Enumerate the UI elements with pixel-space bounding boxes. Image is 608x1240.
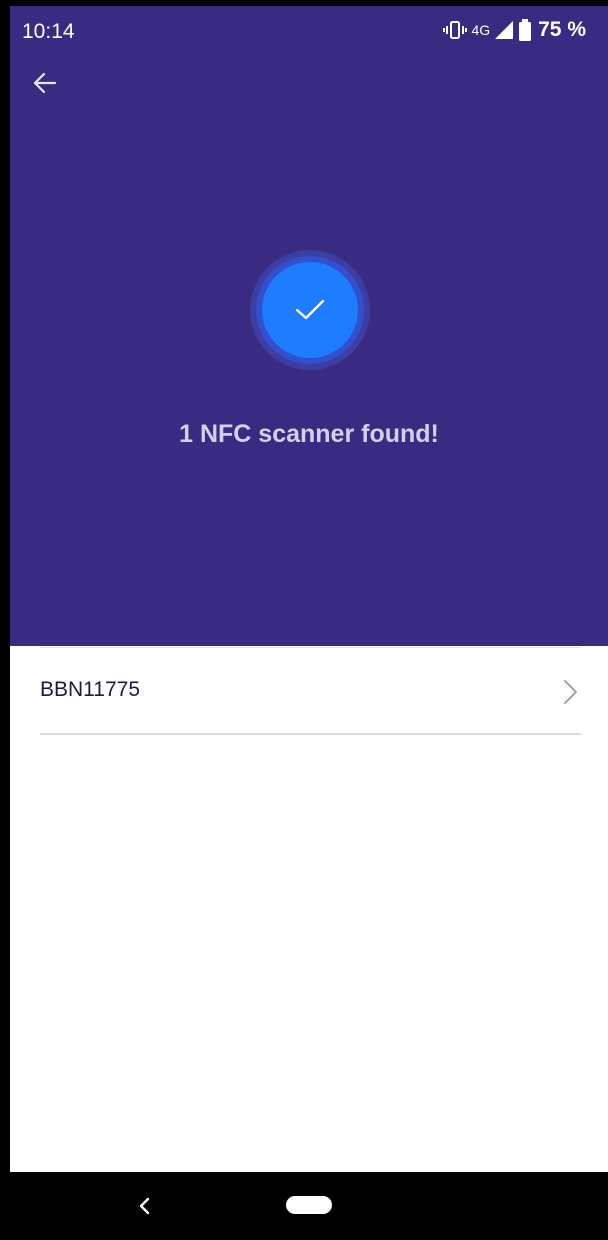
header-panel: 10:14 4G 75 % 1 NFC scanner found! — [10, 6, 608, 646]
network-type: 4G — [471, 22, 491, 38]
back-button[interactable] — [28, 66, 62, 100]
device-frame: 10:14 4G 75 % 1 NFC scanner found! BBN11… — [0, 0, 608, 1240]
success-badge — [250, 250, 370, 370]
device-list-item[interactable]: BBN11775 — [40, 647, 581, 735]
status-time: 10:14 — [22, 20, 75, 43]
status-icons: 4G 75 % — [443, 18, 586, 42]
status-bar: 10:14 4G 75 % — [10, 6, 608, 54]
arrow-left-icon — [33, 72, 57, 94]
home-pill-icon[interactable] — [286, 1196, 332, 1214]
chevron-left-icon[interactable] — [134, 1194, 154, 1218]
checkmark-icon — [295, 299, 325, 320]
vibrate-icon — [443, 21, 468, 39]
device-name: BBN11775 — [40, 678, 141, 701]
chevron-right-icon — [564, 680, 577, 704]
scan-result-title: 1 NFC scanner found! — [179, 420, 439, 448]
app-screen: 10:14 4G 75 % 1 NFC scanner found! BBN11… — [10, 6, 608, 1240]
system-nav-bar — [10, 1172, 608, 1240]
battery-icon — [519, 19, 532, 41]
battery-level: 75 % — [538, 18, 586, 41]
signal-icon — [495, 21, 514, 39]
